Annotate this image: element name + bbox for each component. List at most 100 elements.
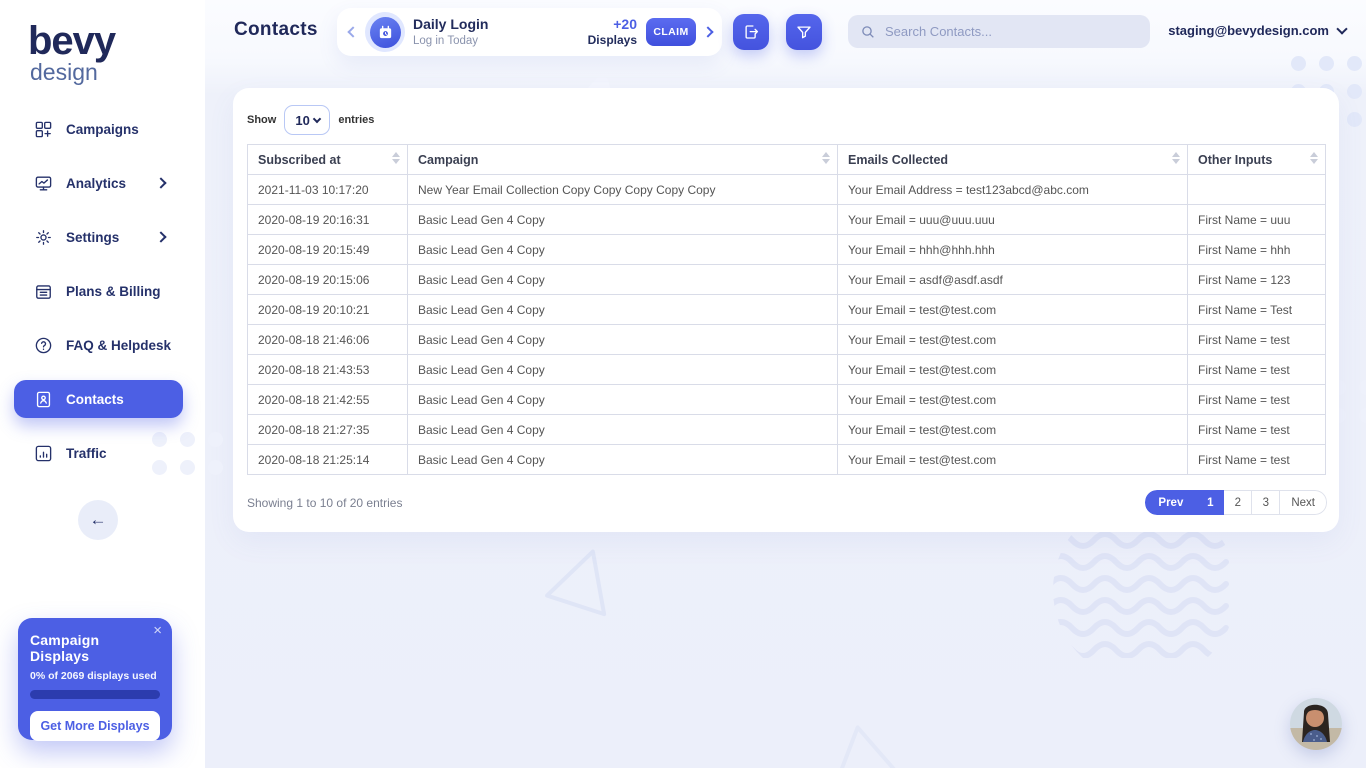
cell-emails: Your Email = hhh@hhh.hhh: [838, 235, 1188, 265]
cell-campaign: Basic Lead Gen 4 Copy: [408, 415, 838, 445]
cell-emails: Your Email = test@test.com: [838, 385, 1188, 415]
sidebar-item-analytics[interactable]: Analytics: [0, 156, 205, 210]
daily-login-widget: Daily Login Log in Today +20 Displays CL…: [337, 8, 722, 56]
displays-progress-bar: [30, 690, 160, 699]
sidebar-item-label: Plans & Billing: [66, 284, 161, 299]
displays-usage-text: 0% of 2069 displays used: [30, 670, 160, 682]
user-avatar[interactable]: [1290, 698, 1342, 750]
cell-campaign: Basic Lead Gen 4 Copy: [408, 265, 838, 295]
sort-icon: [1310, 152, 1318, 164]
get-more-displays-button[interactable]: Get More Displays: [30, 711, 160, 741]
entries-controls: Show 10 entries: [247, 105, 374, 135]
sort-icon: [1172, 152, 1180, 164]
account-menu[interactable]: staging@bevydesign.com: [1168, 23, 1346, 38]
table-row: 2020-08-19 20:15:49 Basic Lead Gen 4 Cop…: [248, 235, 1326, 265]
table-row: 2020-08-18 21:46:06 Basic Lead Gen 4 Cop…: [248, 325, 1326, 355]
cell-campaign: Basic Lead Gen 4 Copy: [408, 205, 838, 235]
faq-icon: [34, 336, 53, 355]
cell-emails: Your Email = test@test.com: [838, 445, 1188, 475]
cell-campaign: Basic Lead Gen 4 Copy: [408, 385, 838, 415]
cell-other: First Name = test: [1188, 445, 1326, 475]
chevron-down-icon: [313, 115, 321, 123]
cell-other: First Name = 123: [1188, 265, 1326, 295]
page-size-value: 10: [295, 113, 309, 128]
table-row: 2020-08-18 21:42:55 Basic Lead Gen 4 Cop…: [248, 385, 1326, 415]
chevron-right-icon: [155, 231, 166, 242]
sidebar-item-label: FAQ & Helpdesk: [66, 338, 171, 353]
sort-icon: [822, 152, 830, 164]
cell-campaign: Basic Lead Gen 4 Copy: [408, 445, 838, 475]
chevron-left-icon[interactable]: [347, 26, 358, 37]
campaign-displays-widget: × Campaign Displays 0% of 2069 displays …: [18, 618, 172, 740]
cell-emails: Your Email = test@test.com: [838, 295, 1188, 325]
cell-subscribed-at: 2021-11-03 10:17:20: [248, 175, 408, 205]
sidebar-item-campaigns[interactable]: Campaigns: [0, 102, 205, 156]
column-header-other-inputs[interactable]: Other Inputs: [1188, 145, 1326, 175]
cell-emails: Your Email = test@test.com: [838, 415, 1188, 445]
table-row: 2020-08-18 21:27:35 Basic Lead Gen 4 Cop…: [248, 415, 1326, 445]
brand-logo: bevy design: [0, 0, 205, 84]
cell-campaign: Basic Lead Gen 4 Copy: [408, 355, 838, 385]
sidebar-item-plans-billing[interactable]: Plans & Billing: [0, 264, 205, 318]
table-row: 2020-08-18 21:43:53 Basic Lead Gen 4 Cop…: [248, 355, 1326, 385]
cell-emails: Your Email Address = test123abcd@abc.com: [838, 175, 1188, 205]
analytics-icon: [34, 174, 53, 193]
pagination-prev-button[interactable]: Prev: [1145, 490, 1196, 515]
cell-other: First Name = test: [1188, 415, 1326, 445]
sidebar-collapse-button[interactable]: ←: [78, 500, 118, 540]
cell-subscribed-at: 2020-08-18 21:25:14: [248, 445, 408, 475]
contacts-table: Subscribed at Campaign Emails Collected …: [247, 144, 1326, 475]
chevron-right-icon[interactable]: [702, 26, 713, 37]
sidebar-item-traffic[interactable]: Traffic: [0, 426, 205, 480]
brand-sub: design: [30, 60, 205, 84]
cell-campaign: Basic Lead Gen 4 Copy: [408, 295, 838, 325]
sidebar-item-faq-helpdesk[interactable]: FAQ & Helpdesk: [0, 318, 205, 372]
sidebar-item-contacts[interactable]: Contacts: [14, 380, 183, 418]
filter-icon: [795, 23, 813, 41]
cell-other: First Name = test: [1188, 325, 1326, 355]
pagination-page-2[interactable]: 2: [1224, 490, 1252, 515]
traffic-icon: [34, 444, 53, 463]
displays-widget-title: Campaign Displays: [30, 632, 160, 664]
sidebar-nav: Campaigns Analytics Settings Plans & Bil…: [0, 102, 205, 480]
sidebar: bevy design Campaigns Analytics Settings: [0, 0, 205, 768]
waves-decoration: [1050, 528, 1240, 658]
table-row: 2021-11-03 10:17:20 New Year Email Colle…: [248, 175, 1326, 205]
export-button[interactable]: [733, 14, 769, 50]
cell-other: First Name = hhh: [1188, 235, 1326, 265]
cell-subscribed-at: 2020-08-19 20:15:49: [248, 235, 408, 265]
table-header-row: Subscribed at Campaign Emails Collected …: [248, 145, 1326, 175]
search-icon: [860, 24, 876, 40]
triangle-decoration-small: [543, 542, 623, 622]
column-header-campaign[interactable]: Campaign: [408, 145, 838, 175]
filter-button[interactable]: [786, 14, 822, 50]
cell-other: [1188, 175, 1326, 205]
cell-subscribed-at: 2020-08-19 20:16:31: [248, 205, 408, 235]
daily-login-reward-unit: Displays: [588, 33, 637, 49]
pagination-page-1[interactable]: 1: [1196, 490, 1224, 515]
sidebar-item-settings[interactable]: Settings: [0, 210, 205, 264]
pagination: Prev 1 2 3 Next: [1145, 490, 1327, 515]
daily-login-title: Daily Login: [413, 16, 488, 34]
calendar-icon: [370, 17, 401, 48]
back-arrow-icon: ←: [90, 510, 107, 530]
avatar-photo: [1290, 698, 1342, 750]
search-input[interactable]: [885, 24, 1138, 39]
daily-login-subtitle: Log in Today: [413, 34, 488, 48]
plans-billing-icon: [34, 282, 53, 301]
column-header-emails-collected[interactable]: Emails Collected: [838, 145, 1188, 175]
page-size-select[interactable]: 10: [284, 105, 330, 135]
account-email: staging@bevydesign.com: [1168, 23, 1329, 38]
sort-icon: [392, 152, 400, 164]
cell-emails: Your Email = test@test.com: [838, 355, 1188, 385]
claim-button[interactable]: CLAIM: [646, 18, 696, 46]
sidebar-item-label: Campaigns: [66, 122, 139, 137]
cell-subscribed-at: 2020-08-19 20:15:06: [248, 265, 408, 295]
pagination-page-3[interactable]: 3: [1252, 490, 1280, 515]
close-icon[interactable]: ×: [153, 622, 162, 639]
search-box: [848, 15, 1150, 48]
table-row: 2020-08-18 21:25:14 Basic Lead Gen 4 Cop…: [248, 445, 1326, 475]
column-header-subscribed-at[interactable]: Subscribed at: [248, 145, 408, 175]
brand-name: bevy: [28, 22, 205, 60]
pagination-next-button[interactable]: Next: [1280, 490, 1327, 515]
